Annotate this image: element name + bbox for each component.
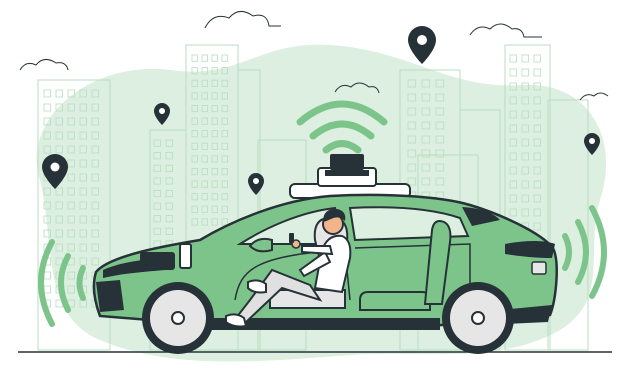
building-window bbox=[533, 54, 541, 63]
illustration-stage bbox=[0, 0, 628, 385]
autonomous-car-illustration bbox=[18, 11, 612, 362]
cloud-icon bbox=[579, 92, 609, 101]
building-window bbox=[43, 285, 51, 294]
building-window bbox=[509, 68, 517, 77]
grille bbox=[96, 280, 124, 312]
building-window bbox=[509, 54, 517, 63]
passenger-shoe bbox=[247, 279, 267, 294]
building-window bbox=[211, 54, 218, 62]
building-window bbox=[191, 54, 198, 62]
building-window bbox=[55, 89, 63, 98]
building-window bbox=[43, 103, 51, 112]
front-wheel bbox=[142, 282, 214, 354]
building-window bbox=[43, 89, 51, 98]
building-window bbox=[533, 68, 541, 77]
smartphone-icon bbox=[289, 233, 294, 243]
cloud-icon bbox=[469, 23, 542, 38]
building-window bbox=[221, 54, 228, 62]
cloud-icon bbox=[19, 59, 69, 71]
smartphone-icon bbox=[179, 243, 192, 269]
rear-seat bbox=[359, 291, 431, 311]
passenger-arm bbox=[301, 245, 334, 256]
passenger-shoe bbox=[225, 313, 248, 328]
building-window bbox=[521, 68, 529, 77]
front-camera-sensor bbox=[140, 252, 175, 270]
map-pin-icon bbox=[408, 26, 436, 64]
building-window bbox=[521, 54, 529, 63]
building-window bbox=[201, 54, 208, 62]
rear-wheel bbox=[442, 282, 514, 354]
building-window bbox=[43, 271, 51, 280]
cloud-icon bbox=[204, 11, 281, 29]
rear-sensor bbox=[531, 261, 547, 275]
